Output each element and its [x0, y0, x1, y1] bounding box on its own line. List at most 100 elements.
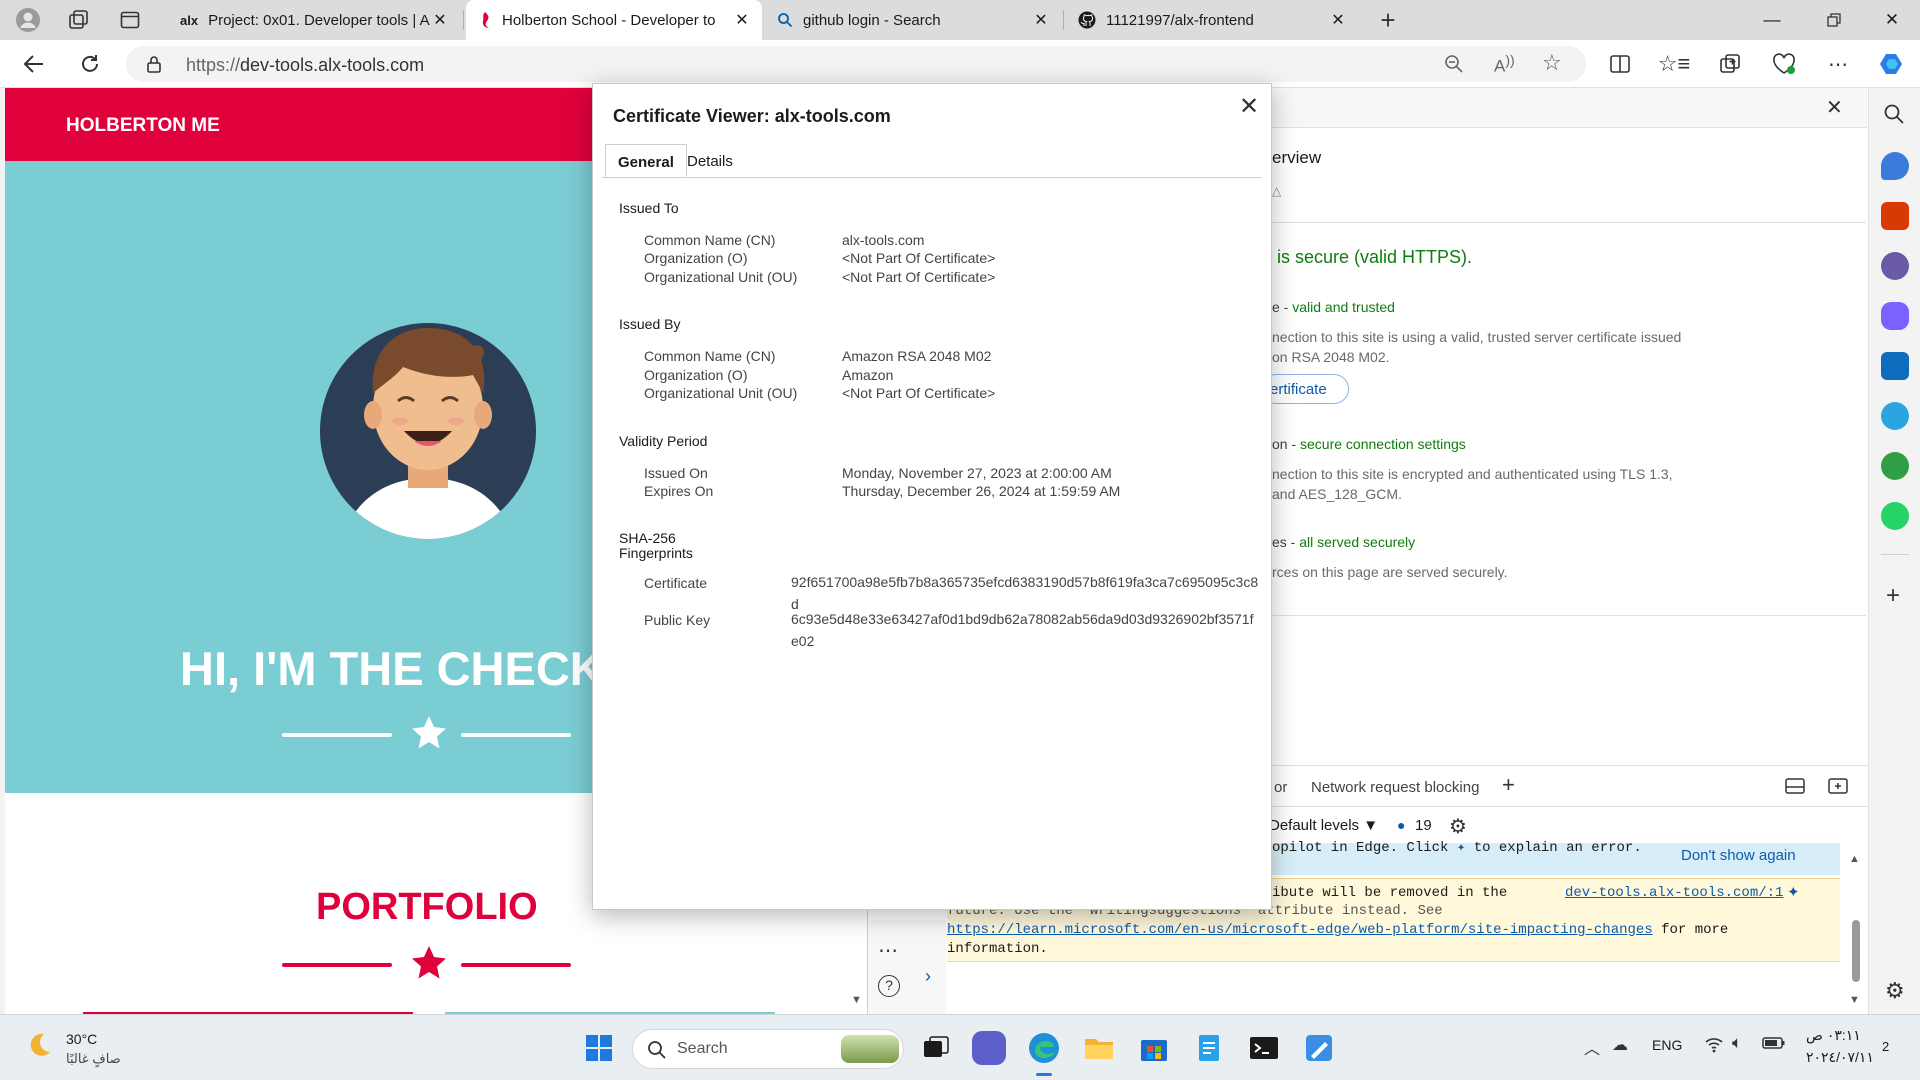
field-label: Public Key [644, 612, 711, 628]
console-prompt-icon[interactable]: › [925, 966, 931, 987]
read-aloud-icon[interactable]: A)) [1494, 53, 1515, 77]
dock-icon[interactable] [1785, 777, 1805, 795]
profile-icon[interactable] [12, 4, 44, 36]
weather-temp[interactable]: 30°C [66, 1031, 97, 1047]
collections-icon[interactable] [1714, 48, 1746, 80]
battery-icon[interactable] [1762, 1035, 1786, 1051]
address-bar[interactable]: https://dev-tools.alx-tools.com A)) ☆ [126, 46, 1586, 82]
taskbar-search-box[interactable]: Search [632, 1029, 904, 1069]
notepad-icon[interactable] [1192, 1031, 1226, 1065]
weather-icon[interactable] [24, 1030, 54, 1060]
console-settings-icon[interactable]: ⚙ [1449, 814, 1467, 839]
volume-icon[interactable]: 🔈︎ [1732, 1033, 1742, 1053]
language-indicator[interactable]: ENG [1652, 1037, 1682, 1053]
warning-text: for more [1661, 922, 1729, 938]
microsoft-365-icon[interactable] [1881, 302, 1909, 330]
microsoft-store-icon[interactable] [1137, 1031, 1171, 1065]
log-levels-dropdown[interactable]: Default levels ▼ [1269, 817, 1378, 834]
minimize-icon[interactable]: — [1744, 0, 1800, 40]
favorites-icon[interactable]: ☆≡ [1658, 48, 1691, 80]
close-icon[interactable]: ✕ [432, 10, 448, 30]
tab-title: Holberton School - Developer to [502, 11, 716, 29]
certificate-description: on RSA 2048 M02. [1272, 349, 1390, 365]
browser-essentials-icon[interactable] [1768, 48, 1800, 80]
portfolio-divider-right [461, 963, 571, 967]
undock-icon[interactable] [1828, 777, 1848, 795]
notification-badge[interactable]: 2 [1882, 1039, 1889, 1054]
games-icon[interactable] [1881, 252, 1909, 280]
clock-date[interactable]: ٢٠٢٤/٠٧/١١ [1806, 1049, 1874, 1066]
start-icon[interactable] [582, 1031, 616, 1065]
more-icon[interactable]: ⋯ [1822, 48, 1854, 80]
dont-show-again-link[interactable]: Don't show again [1681, 847, 1796, 864]
add-sidebar-app-icon[interactable]: + [1886, 582, 1900, 610]
whatsapp-icon[interactable] [1881, 502, 1909, 530]
tools-icon[interactable] [1881, 202, 1909, 230]
copilot-icon[interactable] [1876, 48, 1908, 80]
console-scrollbar[interactable] [1852, 920, 1860, 982]
issued-to-heading: Issued To [619, 200, 679, 216]
help-icon[interactable]: ? [878, 975, 900, 997]
close-icon[interactable]: ✕ [1033, 10, 1049, 30]
outlook-icon[interactable] [1881, 352, 1909, 380]
edge-icon[interactable] [1027, 1031, 1061, 1065]
close-icon[interactable]: ✕ [1330, 10, 1346, 30]
back-icon[interactable] [18, 48, 50, 80]
tab-title: github login - Search [803, 11, 941, 29]
workspaces-icon[interactable] [62, 4, 94, 36]
connection-label: on - secure connection settings [1272, 436, 1466, 452]
new-tab-icon[interactable]: + [1372, 4, 1404, 36]
tab-holberton[interactable]: Holberton School - Developer to ✕ [466, 0, 762, 40]
add-tab-icon[interactable]: + [1502, 772, 1515, 798]
tab-github-search[interactable]: github login - Search ✕ [765, 0, 1061, 40]
close-icon[interactable]: ✕ [1239, 92, 1259, 121]
search-icon[interactable] [1883, 103, 1905, 125]
weather-desc[interactable]: صافٍ غالبًا [66, 1051, 121, 1067]
drawer-tab-partial[interactable]: or [1274, 779, 1287, 796]
sidebar-settings-icon[interactable]: ⚙ [1885, 978, 1905, 1004]
issues-count[interactable]: 19 [1415, 817, 1432, 834]
tab-details[interactable]: Details [675, 144, 745, 177]
site-brand[interactable]: HOLBERTON ME [66, 115, 220, 137]
tab-separator [463, 10, 464, 30]
field-value: Monday, November 27, 2023 at 2:00:00 AM [842, 465, 1112, 481]
favorite-star-icon[interactable]: ☆ [1542, 50, 1562, 76]
terminal-icon[interactable] [1247, 1031, 1281, 1065]
warning-source-link[interactable]: dev-tools.alx-tools.com/:1 [1565, 885, 1783, 901]
scroll-up-icon[interactable]: ▲ [1849, 853, 1860, 865]
tab-alx-project[interactable]: alx Project: 0x01. Developer tools | A ✕ [168, 0, 460, 40]
close-window-icon[interactable]: ✕ [1864, 0, 1920, 40]
lock-icon[interactable] [146, 55, 162, 73]
restore-icon[interactable] [1806, 0, 1862, 40]
url-text[interactable]: https://dev-tools.alx-tools.com [186, 55, 424, 76]
issues-icon[interactable]: ● [1397, 817, 1405, 833]
telegram-icon[interactable] [1881, 402, 1909, 430]
tree-icon[interactable] [1881, 452, 1909, 480]
close-icon[interactable]: ✕ [734, 10, 750, 30]
certificate-description: nection to this site is using a valid, t… [1272, 329, 1682, 345]
split-screen-icon[interactable] [1604, 48, 1636, 80]
scroll-down-icon[interactable]: ▼ [1849, 994, 1860, 1006]
shopping-tag-icon[interactable] [1881, 152, 1909, 180]
show-hidden-icons-icon[interactable]: ︿ [1584, 1035, 1600, 1059]
file-explorer-icon[interactable] [1082, 1031, 1116, 1065]
wifi-icon[interactable] [1704, 1035, 1724, 1053]
refresh-icon[interactable] [74, 48, 106, 80]
vertical-tabs-icon[interactable] [114, 4, 146, 36]
teams-chat-icon[interactable] [972, 1031, 1006, 1065]
page-scroll-down-icon[interactable]: ▼ [851, 994, 862, 1006]
zoom-out-icon[interactable] [1444, 54, 1464, 74]
tab-github-repo[interactable]: 11121997/alx-frontend ✕ [1066, 0, 1358, 40]
copilot-explain-icon[interactable]: ✦ [1787, 883, 1800, 901]
copilot-message: opilot in Edge. Click ✦ to explain an er… [1272, 839, 1642, 856]
field-label: Organization (O) [644, 250, 748, 266]
clock-time[interactable]: ٠٣:١١ ص [1806, 1027, 1861, 1044]
tab-network-request-blocking[interactable]: Network request blocking [1311, 779, 1479, 796]
onedrive-icon[interactable]: ☁ [1612, 1035, 1628, 1055]
paint-app-icon[interactable] [1302, 1031, 1336, 1065]
task-view-icon[interactable] [918, 1031, 952, 1065]
more-icon[interactable]: ⋯ [878, 938, 898, 963]
warning-doc-link[interactable]: https://learn.microsoft.com/en-us/micros… [947, 922, 1653, 938]
view-certificate-button[interactable]: ertificate [1261, 374, 1349, 404]
devtools-close-icon[interactable]: ✕ [1826, 95, 1843, 120]
